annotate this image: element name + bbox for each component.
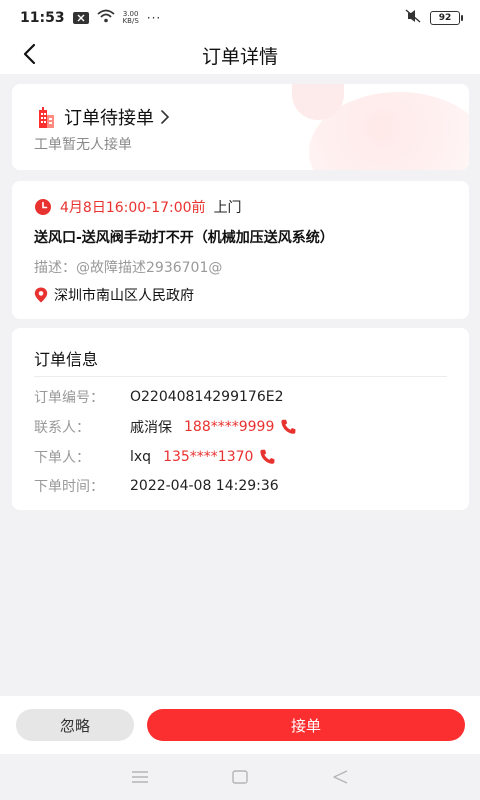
visit-type: 上门 bbox=[213, 200, 242, 216]
phone-icon[interactable] bbox=[259, 449, 277, 465]
status-left: 11:53 3.00 KB/S ··· bbox=[20, 9, 161, 27]
chevron-right-icon bbox=[161, 110, 170, 124]
status-time: 11:53 bbox=[20, 10, 65, 26]
battery-level: 92 bbox=[438, 13, 452, 23]
notification-icon bbox=[72, 12, 89, 24]
order-number-row: 订单编号： O22040814299176E2 bbox=[34, 387, 283, 407]
order-status-title: 订单待接单 bbox=[64, 108, 154, 129]
address-row[interactable]: 深圳市南山区人民政府 bbox=[34, 285, 194, 305]
home-nav-button[interactable] bbox=[220, 762, 260, 792]
chevron-left-icon bbox=[23, 43, 36, 65]
order-number-label: 订单编号： bbox=[34, 390, 104, 406]
system-nav-bar bbox=[0, 754, 480, 800]
contact-name: 戚消保 bbox=[130, 420, 172, 436]
ignore-button[interactable]: 忽略 bbox=[16, 709, 134, 741]
service-info-card: 4月8日16:00-17:00前 上门 送风口-送风阀手动打不开（机械加压送风系… bbox=[12, 181, 469, 319]
orderer-label: 下单人： bbox=[34, 450, 90, 466]
bottom-action-bar: 忽略 接单 bbox=[0, 696, 480, 754]
orderer-phone[interactable]: 135****1370 bbox=[163, 449, 253, 465]
appointment-time: 4月8日16:00-17:00前 bbox=[60, 200, 206, 216]
order-info-card: 订单信息 订单编号： O22040814299176E2 联系人： 戚消保 18… bbox=[12, 328, 469, 510]
fault-title: 送风口-送风阀手动打不开（机械加压送风系统） bbox=[34, 230, 334, 246]
network-speed-unit: KB/S bbox=[122, 17, 139, 25]
network-speed: 3.00 KB/S bbox=[123, 11, 139, 25]
status-bar: 11:53 3.00 KB/S ··· 92 bbox=[0, 0, 480, 36]
address-text: 深圳市南山区人民政府 bbox=[54, 288, 194, 304]
orderer-row: 下单人： lxq 135****1370 bbox=[34, 447, 277, 467]
fault-description: 描述：@故障描述2936701@ bbox=[34, 260, 223, 276]
order-time-row: 下单时间： 2022-04-08 14:29:36 bbox=[34, 476, 279, 496]
contact-phone[interactable]: 188****9999 bbox=[184, 419, 274, 435]
page-title: 订单详情 bbox=[201, 45, 278, 68]
mute-icon bbox=[404, 9, 422, 27]
phone-icon[interactable] bbox=[280, 419, 298, 435]
order-status-card[interactable]: 订单待接单 工单暂无人接单 bbox=[12, 84, 469, 170]
more-status-dots: ··· bbox=[146, 11, 162, 25]
wifi-icon bbox=[96, 9, 115, 27]
home-square-icon bbox=[232, 770, 248, 784]
app-header: 订单详情 bbox=[0, 36, 480, 74]
order-number-value: O22040814299176E2 bbox=[130, 389, 284, 405]
status-right: 92 bbox=[404, 9, 463, 27]
battery-icon: 92 bbox=[430, 11, 463, 25]
back-button[interactable] bbox=[14, 38, 44, 70]
menu-nav-button[interactable] bbox=[120, 762, 160, 792]
location-pin-icon bbox=[34, 287, 48, 303]
clock-icon bbox=[35, 199, 51, 215]
order-time-value: 2022-04-08 14:29:36 bbox=[130, 478, 279, 494]
orderer-name: lxq bbox=[130, 449, 152, 465]
order-status-subtitle: 工单暂无人接单 bbox=[34, 137, 132, 153]
order-time-label: 下单时间： bbox=[34, 479, 104, 495]
building-icon bbox=[39, 107, 54, 128]
order-info-heading: 订单信息 bbox=[34, 350, 99, 369]
accept-order-button[interactable]: 接单 bbox=[147, 709, 465, 741]
back-nav-button[interactable] bbox=[320, 762, 360, 792]
order-status-row[interactable]: 订单待接单 bbox=[36, 104, 170, 130]
appointment-time-row: 4月8日16:00-17:00前 上门 bbox=[34, 197, 242, 217]
contact-label: 联系人： bbox=[34, 420, 90, 436]
divider bbox=[34, 376, 447, 377]
contact-row: 联系人： 戚消保 188****9999 bbox=[34, 417, 298, 437]
triangle-back-icon bbox=[333, 770, 348, 784]
menu-icon bbox=[132, 771, 148, 783]
